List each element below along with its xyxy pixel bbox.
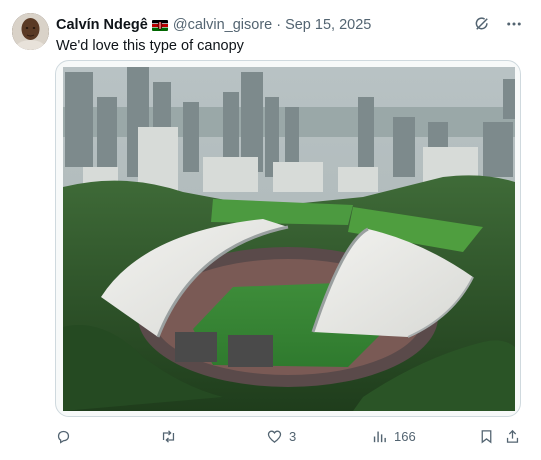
tweet-media[interactable] [55,60,521,417]
tweet-header: Calvín Ndegê @calvin_gisore · Sep 15, 20… [56,15,371,35]
tweet-date[interactable]: Sep 15, 2025 [285,17,371,33]
more-icon[interactable] [505,15,523,33]
kenya-flag-icon [151,19,168,31]
bookmark-button[interactable] [478,428,495,445]
views-icon [373,431,386,443]
retweet-button[interactable] [160,428,183,445]
views-count: 166 [394,429,416,444]
like-count: 3 [289,429,297,444]
bookmark-icon [481,430,492,444]
tweet-actions: 3 166 [0,428,541,450]
stadium-photo[interactable] [63,67,515,411]
tweet[interactable]: Calvín Ndegê @calvin_gisore · Sep 15, 20… [0,0,541,460]
views-button[interactable]: 166 [371,428,416,445]
tweet-text: We'd love this type of canopy [56,38,244,54]
share-button[interactable] [504,428,521,445]
retweet-icon [162,430,175,443]
reply-button[interactable] [55,428,78,445]
avatar[interactable] [12,13,49,50]
share-icon [506,429,519,443]
like-button[interactable]: 3 [266,428,296,445]
reply-icon [57,430,70,444]
grok-icon[interactable] [473,15,491,33]
separator-dot: · [276,17,282,33]
author-name[interactable]: Calvín Ndegê [56,17,148,33]
author-handle[interactable]: @calvin_gisore [173,17,272,33]
tweet-top-actions [473,15,523,33]
heart-icon [267,430,282,443]
